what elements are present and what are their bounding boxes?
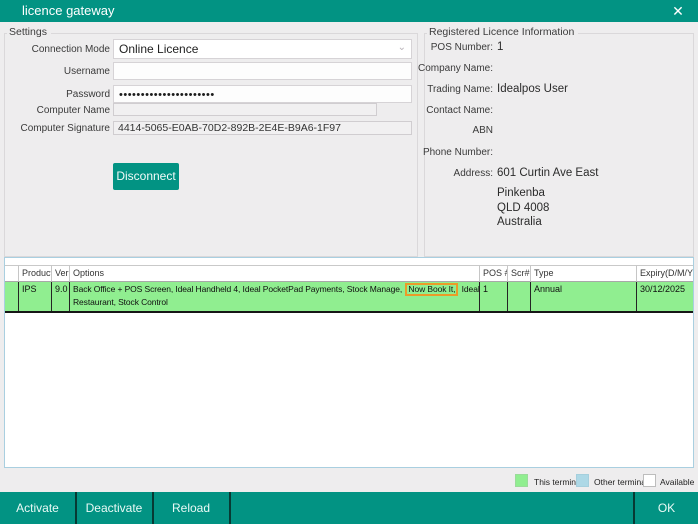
settings-group-label: Settings xyxy=(7,26,51,38)
cell-scr xyxy=(508,282,531,311)
computer-signature-label: Computer Signature xyxy=(0,123,110,134)
connection-mode-label: Connection Mode xyxy=(0,44,110,55)
pos-number-label: POS Number: xyxy=(330,42,493,53)
contact-name-label: Contact Name: xyxy=(330,105,493,116)
column-header-pos[interactable]: POS # xyxy=(480,265,508,282)
connection-mode-value: Online Licence xyxy=(119,40,198,58)
column-header-ver[interactable]: Ver xyxy=(52,265,70,282)
footer-bar: Activate Deactivate Reload OK xyxy=(0,492,698,524)
ok-button[interactable]: OK xyxy=(635,492,698,524)
password-label: Password xyxy=(0,89,110,100)
cell-type: Annual xyxy=(531,282,637,311)
registered-licence-group-label: Registered Licence Information xyxy=(427,26,578,38)
licence-table-header: Product Ver Options POS # Scr# Type Expi… xyxy=(5,265,693,282)
column-header-scr[interactable]: Scr# xyxy=(508,265,531,282)
username-label: Username xyxy=(0,66,110,77)
legend-swatch-this-terminal xyxy=(515,474,528,487)
address-label: Address: xyxy=(330,168,493,179)
legend-swatch-other-terminals xyxy=(576,474,589,487)
address-extra-lines: Pinkenba QLD 4008 Australia xyxy=(497,186,549,230)
row-header-column xyxy=(5,265,19,282)
activate-button[interactable]: Activate xyxy=(0,492,75,524)
title-bar: licence gateway ✕ xyxy=(0,0,698,22)
deactivate-button[interactable]: Deactivate xyxy=(76,492,152,524)
column-header-expiry[interactable]: Expiry(D/M/Y) xyxy=(637,265,693,282)
cell-expiry: 30/12/2025 xyxy=(637,282,693,311)
licence-gateway-window: licence gateway ✕ Settings Connection Mo… xyxy=(0,0,698,524)
cell-pos: 1 xyxy=(480,282,508,311)
close-icon[interactable]: ✕ xyxy=(668,0,688,22)
row-header-cell[interactable] xyxy=(5,282,19,311)
reload-button[interactable]: Reload xyxy=(153,492,229,524)
cell-ver: 9.0 xyxy=(52,282,70,311)
window-title: licence gateway xyxy=(22,0,115,22)
computer-name-label: Computer Name xyxy=(0,105,110,116)
disconnect-button[interactable]: Disconnect xyxy=(113,163,179,190)
address-line-3: QLD 4008 xyxy=(497,201,549,216)
address-line-2: Pinkenba xyxy=(497,186,549,201)
column-header-product[interactable]: Product xyxy=(19,265,52,282)
footer-divider xyxy=(229,492,231,524)
options-highlight-box: Now Book It, xyxy=(405,283,458,296)
trading-name-label: Trading Name: xyxy=(330,84,493,95)
licence-table: Product Ver Options POS # Scr# Type Expi… xyxy=(4,257,694,468)
abn-label: ABN xyxy=(330,125,493,136)
column-header-type[interactable]: Type xyxy=(531,265,637,282)
options-line-1: Back Office + POS Screen, Ideal Handheld… xyxy=(73,283,479,296)
options-text-before: Back Office + POS Screen, Ideal Handheld… xyxy=(73,284,402,294)
pos-number-value: 1 xyxy=(497,41,503,53)
legend-label-available: Available xyxy=(660,477,694,487)
table-row[interactable]: IPS 9.0 Back Office + POS Screen, Ideal … xyxy=(5,282,693,313)
address-line-4: Australia xyxy=(497,215,549,230)
options-line-2: Restaurant, Stock Control xyxy=(73,296,479,309)
trading-name-value: Idealpos User xyxy=(497,83,568,95)
cell-options: Back Office + POS Screen, Ideal Handheld… xyxy=(70,282,480,311)
phone-number-label: Phone Number: xyxy=(330,147,493,158)
cell-product: IPS xyxy=(19,282,52,311)
column-header-options[interactable]: Options xyxy=(70,265,480,282)
address-value: 601 Curtin Ave East xyxy=(497,167,598,179)
company-name-label: Company Name: xyxy=(330,63,493,74)
legend-swatch-available xyxy=(643,474,656,487)
